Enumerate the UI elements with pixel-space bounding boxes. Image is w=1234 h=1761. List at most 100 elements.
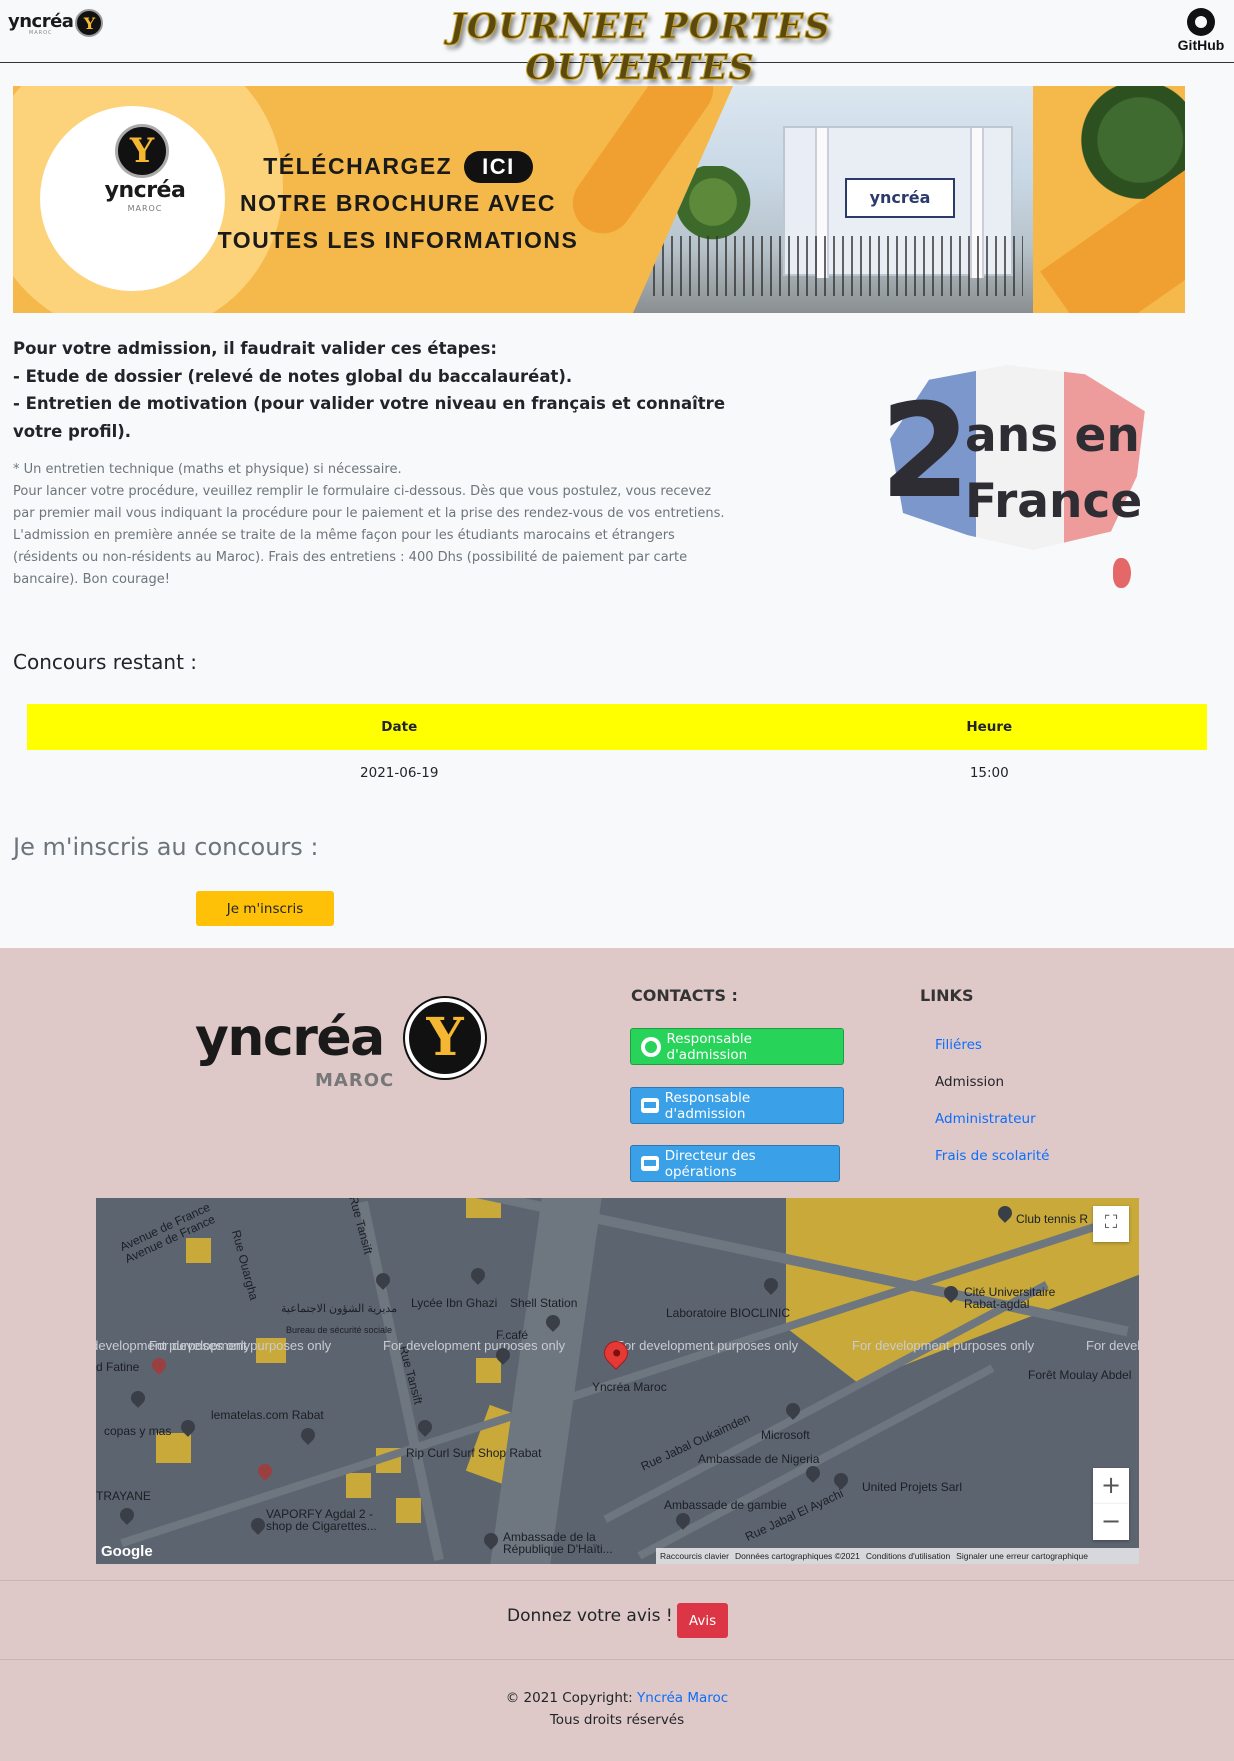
zoom-out-button[interactable]: − [1093,1504,1129,1540]
location-map[interactable]: Avenue de France Avenue de France Rue Ou… [96,1198,1139,1564]
concours-title: Concours restant : [13,650,198,674]
map-poi-icon[interactable] [831,1470,851,1490]
map-place-label: Microsoft [761,1428,810,1442]
banner-line1: TÉLÉCHARGEZ [263,153,453,179]
copyright-text: © 2021 Copyright: [505,1690,638,1706]
france-graphic-line1: ans en [965,408,1140,463]
map-poi-icon[interactable] [149,1355,169,1375]
banner-text: TÉLÉCHARGEZ ICI NOTRE BROCHURE AVEC TOUT… [203,148,593,259]
admission-heading: Pour votre admission, il faudrait valide… [13,339,498,358]
copyright-link[interactable]: Yncréa Maroc [637,1690,728,1706]
map-place-label: مديرية الشؤون الاجتماعية [281,1303,398,1315]
yncrea-logo-icon: Y [75,9,104,37]
github-label: GitHub [1177,37,1225,53]
map-attribution-item[interactable]: Raccourcis clavier [660,1551,729,1561]
corsica-shape [1113,558,1131,588]
map-poi-icon[interactable] [117,1505,137,1525]
navbar-logo[interactable]: yncréa MAROC Y [8,9,104,37]
map-place-label: Club tennis R [1016,1212,1089,1226]
map-dev-watermark: For development purposes only [1086,1338,1139,1353]
register-button[interactable]: Je m'inscris [196,891,334,926]
map-poi-icon[interactable] [761,1275,781,1295]
column-header-heure: Heure [771,704,1207,750]
banner-logo-sub: MAROC [127,204,163,213]
map-poi-icon[interactable] [128,1388,148,1408]
whatsapp-icon [641,1036,661,1057]
email-operations-button[interactable]: Directeur des opérations [630,1145,840,1182]
map-place-label: d Fatine [96,1360,140,1374]
brochure-banner[interactable]: Y yncréa MAROC TÉLÉCHARGEZ ICI NOTRE BRO… [13,86,1185,313]
column-header-date: Date [27,704,772,750]
page-title: JOURNEE PORTES OUVERTES [449,6,831,89]
map-street-label: Rue Ouargha [228,1228,262,1302]
zoom-in-button[interactable]: + [1093,1468,1129,1504]
avis-button[interactable]: Avis [677,1603,728,1638]
links-title: LINKS [920,986,974,1005]
map-place-label: Ambassade de Nigeria [698,1452,820,1466]
france-graphic-line2: France [965,474,1143,529]
github-link[interactable]: GitHub [1175,8,1227,53]
whatsapp-admission-button[interactable]: Responsable d'admission [630,1028,844,1065]
map-dev-watermark: For development purposes only [852,1338,1035,1353]
footer-logo: yncréa Y MAROC [195,998,495,1108]
contacts-title: CONTACTS : [631,986,738,1005]
map-place-label: Cité Universitaire Rabat-agdal [964,1285,1056,1311]
fullscreen-icon[interactable]: ⛶ [1093,1206,1129,1242]
building-fence [653,236,1023,296]
footer-logo-word: yncréa [195,1008,385,1068]
map-poi-icon[interactable] [415,1417,435,1437]
inscription-title: Je m'inscris au concours : [13,833,319,861]
github-icon [1187,8,1215,36]
navbar-logo-word: yncréa [8,10,74,32]
map-pin-label: Yncréa Maroc [592,1380,667,1394]
contact-label: Responsable d'admission [666,1030,752,1063]
table-cell-date: 2021-06-19 [360,765,439,781]
map-place-label: TRAYANE [96,1489,151,1503]
map-attribution-item[interactable]: Signaler une erreur cartographique [956,1551,1088,1561]
map-dev-watermark: For development purposes only [616,1338,799,1353]
footer-logo-sub: MAROC [315,1070,395,1091]
yncrea-logo-icon: Y [405,998,485,1078]
map-place-label: copas y mas [104,1424,172,1438]
map-attribution-item[interactable]: Conditions d'utilisation [866,1551,950,1561]
link-filieres[interactable]: Filiéres [935,1037,982,1053]
contact-label: Directeur des opérations [664,1147,756,1180]
table-row: 2021-06-19 15:00 [27,750,1207,796]
admission-note: * Un entretien technique (maths et physi… [13,462,402,477]
map-poi-icon[interactable] [298,1425,318,1445]
map-place-label: VAPORFY Agdal 2 - shop de Cigarettes... [266,1507,377,1533]
banner-ici-badge[interactable]: ICI [464,151,533,183]
navbar-logo-sub: MAROC [28,29,53,36]
email-admission-button[interactable]: Responsable d'admission [630,1087,844,1124]
map-place-label: lematelas.com Rabat [211,1408,324,1422]
map-place-label: United Projets Sarl [862,1480,963,1494]
copyright: © 2021 Copyright: Yncréa Maroc [0,1690,1234,1706]
rights-text: Tous droits réservés [549,1712,685,1728]
map-place-label: Ambassade de la République D'Haïti... [503,1530,613,1556]
admission-note: Pour lancer votre procédure, veuillez re… [13,484,725,521]
map-poi-icon[interactable] [255,1461,275,1481]
admission-step: - Etude de dossier (relevé de notes glob… [13,366,573,386]
navbar: yncréa MAROC Y JOURNEE PORTES OUVERTES G… [0,0,1234,89]
map-poi-icon[interactable] [248,1515,268,1535]
table-header-row: Date Heure [27,704,1207,750]
banner-line3: TOUTES LES INFORMATIONS [217,227,579,253]
france-graphic-number: 2 [880,375,971,527]
banner-logo: Y yncréa MAROC [40,106,225,291]
link-admission[interactable]: Admission [935,1074,1004,1090]
map-dev-watermark: For development purposes only [383,1338,566,1353]
admission-steps: Pour votre admission, il faudrait valide… [13,335,733,445]
admission-notes: * Un entretien technique (maths et physi… [13,459,733,591]
avis-prompt: Donnez votre avis ! [507,1606,673,1626]
map-poi-icon[interactable] [468,1265,488,1285]
map-place-label: Bureau de sécurité sociale [286,1325,393,1335]
two-years-in-france-graphic: 2 ans en France [870,340,1170,600]
mail-icon [641,1156,659,1171]
banner-logo-word: yncréa [104,178,186,203]
mail-icon [641,1098,659,1113]
concours-table: Date Heure 2021-06-19 15:00 [27,704,1207,796]
link-frais-scolarite[interactable]: Frais de scolarité [935,1148,1050,1164]
google-logo: Google [101,1543,153,1560]
link-administrateur[interactable]: Administrateur [935,1111,1036,1127]
banner-line2: NOTRE BROCHURE AVEC [239,190,556,216]
